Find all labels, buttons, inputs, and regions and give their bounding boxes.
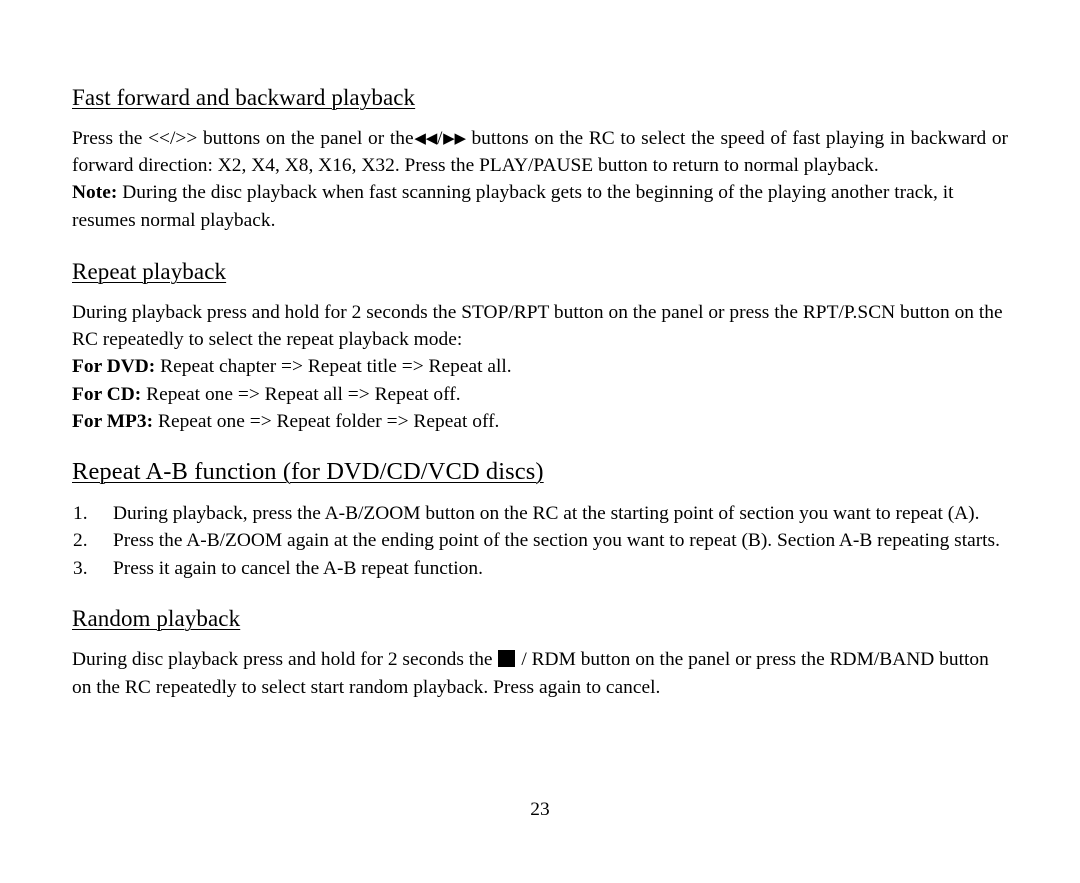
repeat-mode-dvd: For DVD: Repeat chapter => Repeat title … (72, 353, 1008, 380)
repeat-mode-cd-label: For CD: (72, 383, 142, 405)
repeat-mode-dvd-label: For DVD: (72, 356, 156, 378)
list-item: During playback, press the A-B/ZOOM butt… (73, 500, 980, 527)
repeat-mode-dvd-text: Repeat chapter => Repeat title => Repeat… (160, 356, 512, 378)
list-item: Press the A-B/ZOOM again at the ending p… (73, 527, 1000, 554)
page-number: 23 (530, 799, 550, 820)
repeat-ab-step-list: During playback, press the A-B/ZOOM butt… (72, 500, 1008, 583)
note-text: During the disc playback when fast scann… (72, 182, 954, 231)
section-fast-forward-heading-wrap: Fast forward and backward playback (72, 84, 1008, 112)
paragraph-repeat-intro: During playback press and hold for 2 sec… (72, 301, 1003, 351)
rewind-icon: ◀◀ (413, 129, 438, 148)
repeat-mode-mp3-label: For MP3: (72, 410, 154, 432)
section-repeat-playback-heading-wrap: Repeat playback (72, 258, 1008, 286)
fast-forward-text-part1: Press the <</>> buttons on the panel or … (72, 128, 414, 150)
paragraph-random-playback: During disc playback press and hold for … (72, 646, 1008, 700)
repeat-mode-cd: For CD: Repeat one => Repeat all => Repe… (72, 381, 1008, 408)
stop-icon (498, 650, 516, 668)
section-heading-repeat-playback: Repeat playback (72, 258, 227, 284)
section-heading-fast-forward: Fast forward and backward playback (72, 85, 416, 110)
section-random-playback-heading-wrap: Random playback (72, 605, 1008, 633)
document-page: Fast forward and backward playback Press… (0, 0, 1080, 883)
page-content: Fast forward and backward playback Press… (72, 84, 1008, 701)
fast-forward-icon: ▶▶ (442, 129, 466, 148)
repeat-mode-cd-text: Repeat one => Repeat all => Repeat off. (146, 383, 461, 405)
paragraph-fast-forward-note: Note: During the disc playback when fast… (72, 179, 1008, 233)
repeat-mode-mp3-text: Repeat one => Repeat folder => Repeat of… (157, 410, 500, 432)
repeat-mode-mp3: For MP3: Repeat one => Repeat folder => … (72, 408, 1008, 435)
section-heading-random-playback: Random playback (72, 606, 241, 632)
paragraph-fast-forward-main: Press the <</>> buttons on the panel or … (72, 125, 1008, 179)
section-repeat-ab-heading-wrap: Repeat A-B function (for DVD/CD/VCD disc… (72, 457, 1008, 487)
list-item: Press it again to cancel the A-B repeat … (73, 555, 483, 582)
note-label: Note: (72, 182, 118, 204)
section-heading-repeat-ab: Repeat A-B function (for DVD/CD/VCD disc… (72, 457, 544, 485)
random-text-part1: During disc playback press and hold for … (72, 649, 493, 671)
